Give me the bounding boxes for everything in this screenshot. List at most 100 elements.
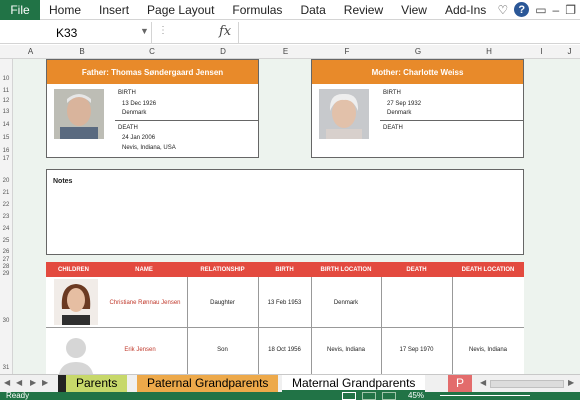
worksheet-grid[interactable]: Father: Thomas Søndergaard Jensen BIRTH … [13, 59, 580, 374]
page-layout-view-icon[interactable] [362, 392, 376, 400]
row-header[interactable]: 26 [0, 249, 12, 255]
row-header[interactable]: 28 [0, 264, 12, 270]
tab-parents[interactable]: Parents [58, 375, 128, 392]
prev-sheet-icon[interactable]: ◀ [16, 378, 22, 387]
col-name: NAME [101, 262, 187, 277]
notes-label: Notes [53, 178, 73, 185]
child-birth-location: Nevis, Indiana [326, 347, 366, 353]
tab-maternal-grandparents[interactable]: Maternal Grandparents [282, 375, 426, 392]
row-header[interactable]: 25 [0, 238, 12, 244]
tab-home[interactable]: Home [40, 3, 90, 17]
horizontal-scrollbar[interactable] [490, 380, 564, 388]
tab-scroll-left-icon[interactable]: ◀ [480, 378, 486, 387]
father-death-place: Nevis, Indiana, USA [122, 145, 176, 151]
child-birth-location: Denmark [333, 299, 359, 306]
status-bar: Ready 45% [0, 392, 580, 400]
column-header-c[interactable]: C [117, 47, 187, 56]
tab-insert[interactable]: Insert [90, 3, 138, 17]
mother-birth-date: 27 Sep 1932 [387, 101, 422, 107]
formula-bar: K33 ▼ ⋮ fx [0, 22, 580, 44]
chevron-down-icon[interactable]: ▼ [140, 26, 149, 36]
fx-label: fx [219, 24, 232, 39]
row-header[interactable]: 10 [0, 76, 12, 82]
column-headers: A B C D E F G H I J [0, 45, 580, 59]
page-break-view-icon[interactable] [382, 392, 396, 400]
minimize-icon[interactable]: – [553, 3, 560, 17]
column-header-b[interactable]: B [47, 47, 117, 56]
row-header[interactable]: 21 [0, 190, 12, 196]
row-header[interactable]: 11 [0, 88, 12, 94]
row-header[interactable]: 29 [0, 271, 12, 277]
help-icon[interactable]: ? [514, 2, 530, 17]
col-divider [258, 277, 259, 374]
row-header[interactable]: 22 [0, 202, 12, 208]
row-header[interactable]: 23 [0, 214, 12, 220]
col-divider [452, 277, 453, 374]
children-table: CHILDREN NAME RELATIONSHIP BIRTH BIRTH L… [46, 262, 524, 374]
row-header[interactable]: 15 [0, 135, 12, 141]
name-box-value: K33 [56, 26, 78, 40]
file-tab[interactable]: File [0, 0, 40, 20]
mother-title: Mother: Charlotte Weiss [312, 60, 523, 84]
tab-page-layout[interactable]: Page Layout [138, 3, 223, 17]
row-header[interactable]: 12 [0, 98, 12, 104]
row-header[interactable]: 20 [0, 178, 12, 184]
row-header[interactable]: 17 [0, 156, 12, 162]
mother-death-label: DEATH [383, 125, 403, 131]
row-header[interactable]: 27 [0, 257, 12, 263]
first-sheet-icon[interactable]: ◀ [4, 378, 10, 387]
tab-view[interactable]: View [392, 3, 436, 17]
child-relationship: Son [217, 347, 228, 353]
row-header[interactable]: 31 [0, 365, 12, 371]
last-sheet-icon[interactable]: ▶ [42, 378, 48, 387]
column-header-j[interactable]: J [559, 47, 580, 56]
row-header[interactable]: 14 [0, 122, 12, 128]
tab-scroll-right-icon[interactable]: ▶ [568, 378, 574, 387]
tab-partial[interactable]: P [448, 375, 473, 392]
name-box[interactable]: K33 [0, 22, 152, 44]
father-birth-label: BIRTH [118, 90, 136, 96]
divider [115, 120, 259, 121]
column-header-a[interactable]: A [14, 47, 47, 56]
formula-input[interactable] [238, 22, 580, 44]
insert-function-icon[interactable]: fx [219, 24, 231, 39]
column-header-e[interactable]: E [259, 47, 312, 56]
child-birth: 18 Oct 1956 [268, 347, 301, 353]
column-header-d[interactable]: D [187, 47, 259, 56]
mother-birth-place: Denmark [387, 110, 412, 116]
ribbon-display-icon[interactable]: ▭ [535, 3, 546, 17]
mother-card: Mother: Charlotte Weiss BIRTH 27 Sep 193… [311, 59, 524, 158]
tab-review[interactable]: Review [335, 3, 392, 17]
formula-drag-handle-icon[interactable]: ⋮ [158, 25, 171, 36]
row-header[interactable]: 13 [0, 109, 12, 115]
column-header-f[interactable]: F [312, 47, 382, 56]
tab-formulas[interactable]: Formulas [223, 3, 291, 17]
col-divider [311, 277, 312, 374]
restore-icon[interactable]: ❐ [565, 3, 576, 17]
row-header[interactable]: 24 [0, 226, 12, 232]
zoom-level[interactable]: 45% [408, 392, 424, 400]
mother-birth-label: BIRTH [383, 90, 401, 96]
tab-paternal-grandparents[interactable]: Paternal Grandparents [137, 375, 279, 392]
row-header[interactable]: 16 [0, 148, 12, 154]
child-name: Christiane Rønnau Jensen [109, 299, 181, 306]
father-photo [54, 89, 104, 139]
window-controls: ♡ ? ▭ – ❐ [497, 2, 576, 17]
normal-view-icon[interactable] [342, 392, 356, 400]
mother-photo [319, 89, 369, 139]
tab-data[interactable]: Data [291, 3, 334, 17]
heart-icon[interactable]: ♡ [497, 3, 508, 17]
row-headers: 10 11 12 13 14 15 16 17 20 21 22 23 24 2… [0, 59, 13, 374]
child-death: 17 Sep 1970 [399, 347, 434, 353]
zoom-slider[interactable] [440, 395, 530, 396]
notes-box[interactable]: Notes [46, 169, 524, 255]
column-header-h[interactable]: H [454, 47, 524, 56]
child-death [381, 279, 452, 326]
father-death-date: 24 Jan 2006 [122, 135, 156, 141]
column-header-g[interactable]: G [382, 47, 454, 56]
next-sheet-icon[interactable]: ▶ [30, 378, 36, 387]
row-header[interactable]: 30 [0, 318, 12, 324]
column-header-i[interactable]: I [524, 47, 559, 56]
tab-add-ins[interactable]: Add-Ins [436, 3, 495, 17]
col-birth: BIRTH [258, 262, 311, 277]
